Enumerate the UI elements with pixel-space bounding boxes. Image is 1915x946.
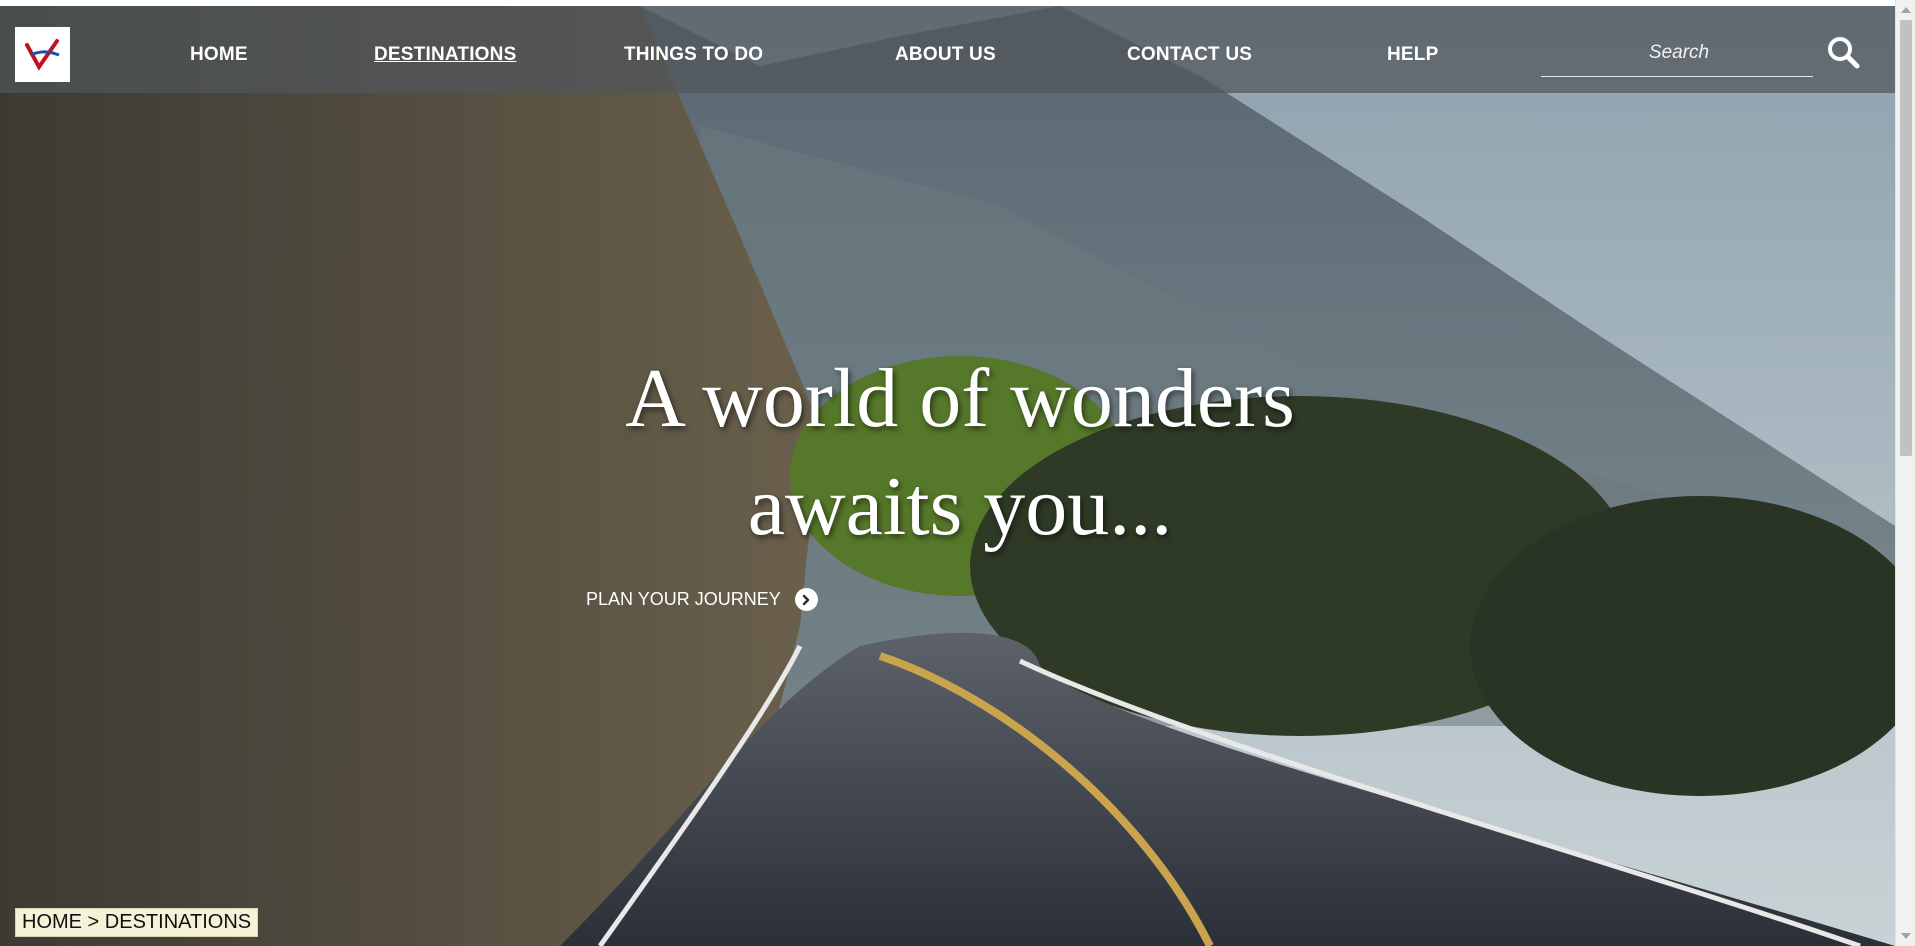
search-input[interactable]: [1541, 34, 1817, 72]
hero-headline-line-1: A world of wonders: [625, 352, 1295, 445]
scroll-down-arrow-icon[interactable]: [1901, 933, 1911, 939]
top-navigation-bar: HOME DESTINATIONS THINGS TO DO ABOUT US …: [0, 6, 1895, 93]
chevron-right-circle-icon: [794, 588, 818, 611]
nav-item-things-to-do[interactable]: THINGS TO DO: [624, 44, 763, 66]
hero-headline-line-2: awaits you...: [747, 460, 1173, 553]
viewport: HOME DESTINATIONS THINGS TO DO ABOUT US …: [0, 0, 1895, 946]
hero-headline: A world of wonders awaits you...: [560, 345, 1360, 561]
nav-item-about-us[interactable]: ABOUT US: [895, 44, 996, 66]
nav-item-destinations[interactable]: DESTINATIONS: [374, 44, 516, 66]
breadcrumb: HOME > DESTINATIONS: [15, 908, 259, 937]
nav-item-help[interactable]: HELP: [1387, 44, 1438, 66]
plan-journey-label: PLAN YOUR JOURNEY: [586, 589, 781, 609]
search-icon: [1828, 37, 1860, 69]
vertical-scrollbar[interactable]: [1895, 0, 1915, 946]
nav-item-contact-us[interactable]: CONTACT US: [1127, 44, 1252, 66]
plan-journey-link[interactable]: PLAN YOUR JOURNEY: [586, 588, 818, 611]
scrollbar-thumb[interactable]: [1900, 20, 1912, 456]
search-button[interactable]: [1826, 35, 1860, 69]
search-field-wrapper: [1541, 34, 1817, 77]
scroll-up-arrow-icon[interactable]: [1901, 7, 1911, 13]
nav-item-home[interactable]: HOME: [190, 44, 248, 66]
